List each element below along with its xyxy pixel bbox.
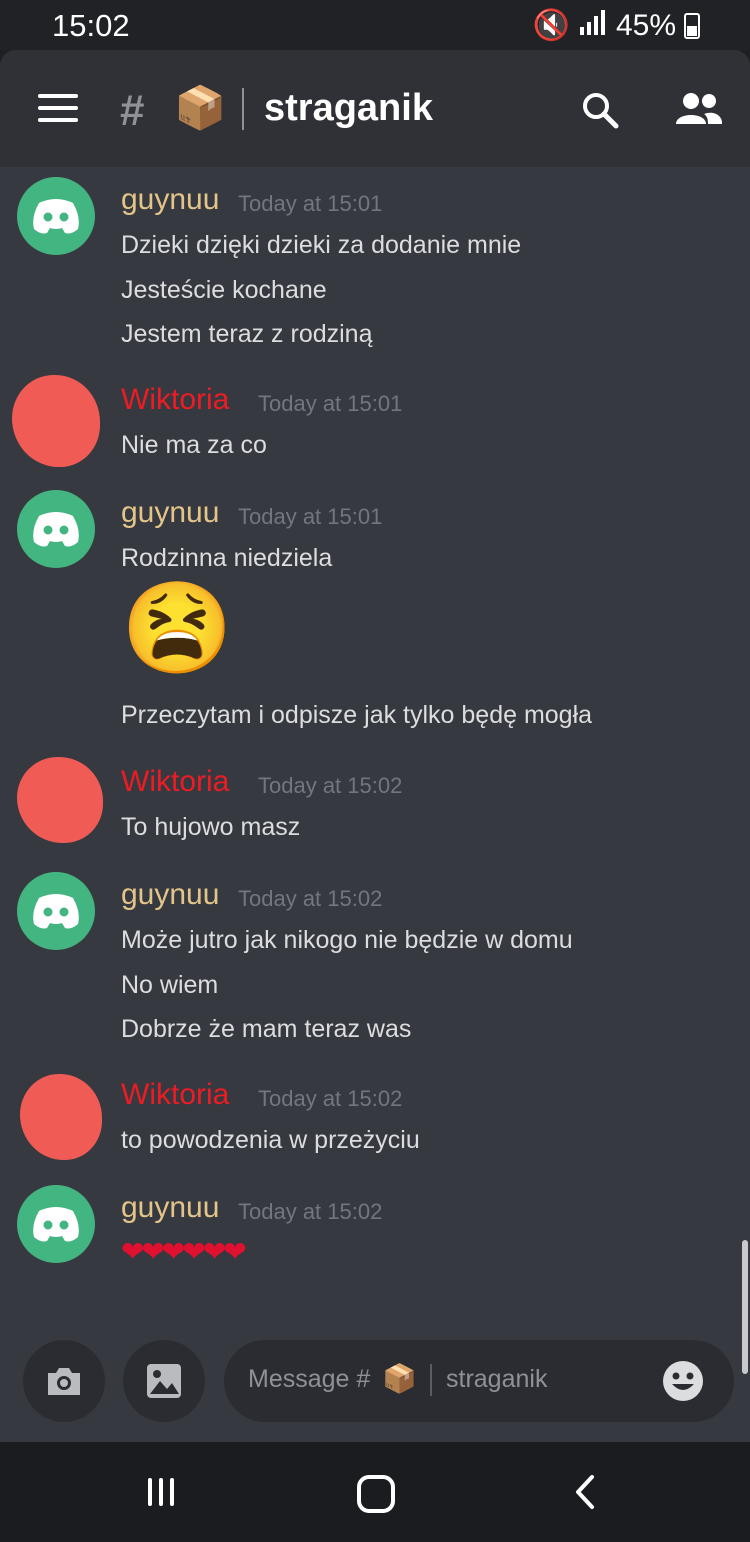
battery-icon (684, 12, 700, 39)
hearts-emoji: ❤❤❤❤❤❤ (121, 1236, 247, 1267)
message-author[interactable]: guynuu (121, 496, 219, 530)
image-icon (147, 1364, 181, 1398)
message-timestamp: Today at 15:01 (238, 191, 383, 216)
search-icon[interactable] (580, 90, 620, 130)
message-input[interactable]: Message # 📦 straganik (224, 1340, 734, 1422)
avatar[interactable] (17, 1185, 95, 1263)
message-author[interactable]: Wiktoria (121, 765, 229, 799)
message-author[interactable]: guynuu (121, 183, 219, 217)
message-line: Przeczytam i odpisze jak tylko będę mogł… (121, 701, 593, 729)
message-author[interactable]: guynuu (121, 878, 219, 912)
avatar[interactable] (17, 490, 95, 568)
discord-app: # 📦 straganik guynuu Today at 15:01 Dzie… (0, 50, 750, 1442)
status-icons: 🔇 45% (533, 8, 700, 43)
discord-logo-icon (33, 1207, 79, 1242)
message-line: Nie ma za co (121, 431, 267, 459)
home-button[interactable] (357, 1475, 395, 1513)
message-timestamp: Today at 15:02 (238, 886, 383, 911)
smiley-icon[interactable] (662, 1360, 704, 1402)
avatar[interactable] (12, 375, 100, 467)
camera-icon (48, 1368, 80, 1395)
message-line: To hujowo masz (121, 813, 301, 841)
avatar[interactable] (17, 177, 95, 255)
avatar[interactable] (20, 1074, 102, 1160)
message-author[interactable]: Wiktoria (121, 1078, 229, 1112)
mute-icon: 🔇 (532, 9, 570, 42)
channel-emoji: 📦 (174, 84, 227, 131)
message-author[interactable]: Wiktoria (121, 383, 229, 417)
back-icon[interactable] (572, 1474, 600, 1510)
message-timestamp: Today at 15:01 (258, 391, 403, 416)
battery-percent: 45% (615, 8, 676, 42)
channel-header: # 📦 straganik (0, 50, 750, 167)
message-line: Może jutro jak nikogo nie będzie w domu (121, 926, 573, 954)
discord-logo-icon (33, 199, 79, 234)
message-composer: Message # 📦 straganik (0, 1340, 750, 1442)
discord-logo-icon (33, 894, 79, 929)
message-input-placeholder: Message # (248, 1365, 371, 1393)
placeholder-divider (430, 1364, 432, 1396)
hamburger-icon[interactable] (38, 94, 78, 124)
message-line: Jestem teraz z rodziną (121, 320, 373, 348)
message-list: guynuu Today at 15:01 Dzieki dzięki dzie… (0, 167, 750, 1317)
placeholder-channel-name: straganik (446, 1365, 548, 1393)
signal-icon (578, 9, 608, 43)
placeholder-channel-emoji: 📦 (382, 1363, 417, 1394)
message-timestamp: Today at 15:02 (258, 1086, 403, 1111)
message-line: Rodzinna niedziela (121, 544, 333, 572)
avatar[interactable] (17, 757, 103, 843)
channel-divider (242, 88, 244, 130)
message-timestamp: Today at 15:02 (258, 773, 403, 798)
channel-hash-icon: # (120, 86, 145, 135)
status-time: 15:02 (52, 8, 130, 43)
message-line: to powodzenia w przeżyciu (121, 1126, 420, 1154)
message-line: Dzieki dzięki dzieki za dodanie mnie (121, 231, 522, 259)
gallery-button[interactable] (123, 1340, 205, 1422)
message-author[interactable]: guynuu (121, 1191, 219, 1225)
message-line: No wiem (121, 971, 219, 999)
message-line: Dobrze że mam teraz was (121, 1015, 412, 1043)
members-icon[interactable] (674, 90, 724, 130)
system-nav-bar (0, 1442, 750, 1542)
camera-button[interactable] (23, 1340, 105, 1422)
message-line: Jesteście kochane (121, 276, 327, 304)
discord-logo-icon (33, 512, 79, 547)
channel-title[interactable]: straganik (264, 87, 433, 130)
status-bar: 15:02 🔇 45% (0, 0, 750, 50)
avatar[interactable] (17, 872, 95, 950)
message-timestamp: Today at 15:01 (238, 504, 383, 529)
tired-face-emoji: 😫 (121, 579, 234, 679)
message-timestamp: Today at 15:02 (238, 1199, 383, 1224)
recent-apps-button[interactable] (148, 1478, 182, 1506)
